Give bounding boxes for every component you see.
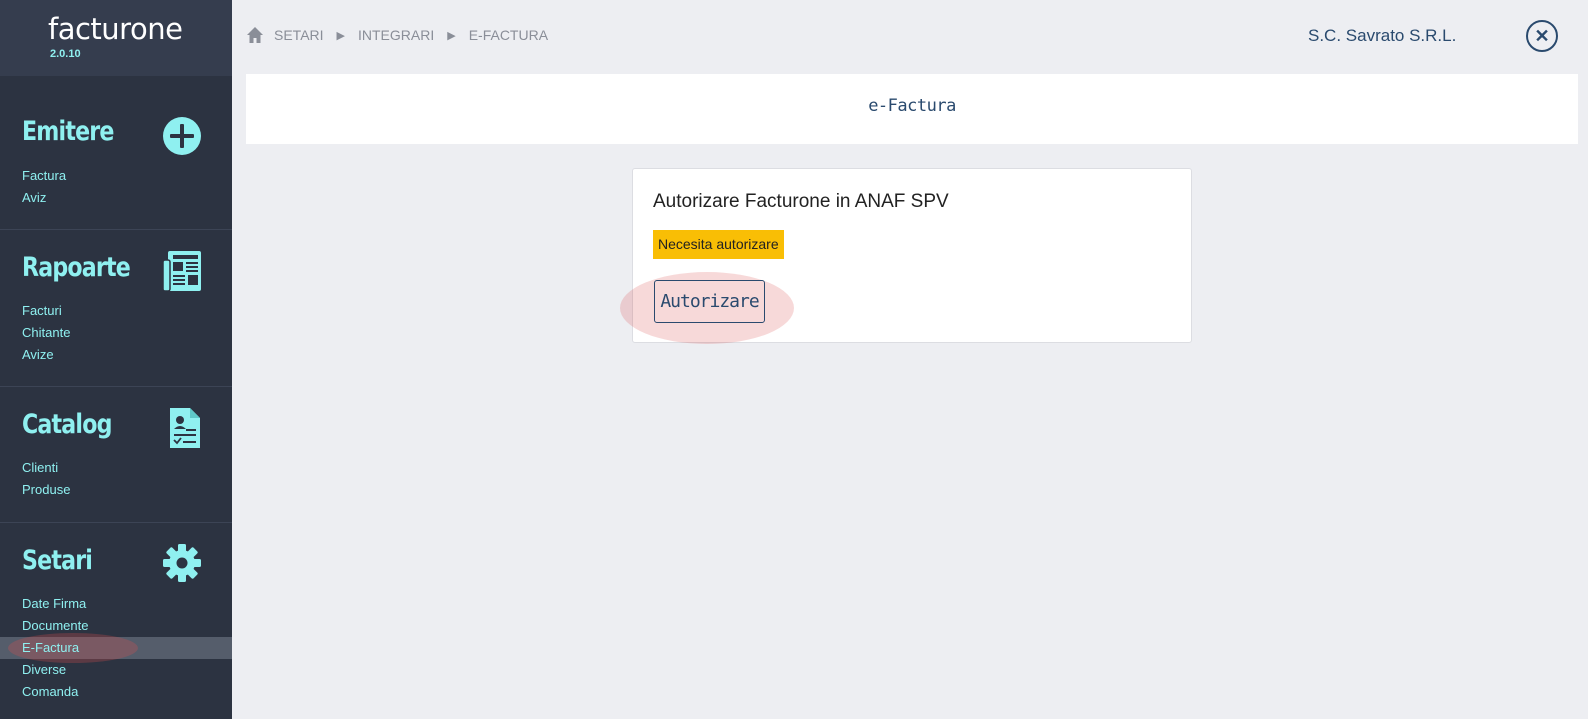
section-title-rapoarte: Rapoarte: [22, 252, 131, 283]
breadcrumb-item-integrari[interactable]: INTEGRARI: [358, 27, 434, 43]
page-title: e-Factura: [868, 96, 956, 116]
top-bar: SETARI ▶ INTEGRARI ▶ E-FACTURA S.C. Savr…: [232, 0, 1588, 72]
sidebar-item-factura[interactable]: Factura: [0, 165, 232, 187]
sidebar-section-emitere: Emitere Factura Aviz: [0, 76, 232, 230]
section-items-rapoarte: Facturi Chitante Avize: [0, 300, 232, 366]
section-title-setari: Setari: [22, 545, 93, 576]
breadcrumb: SETARI ▶ INTEGRARI ▶ E-FACTURA: [274, 27, 548, 43]
sidebar-item-documente[interactable]: Documente: [0, 615, 232, 637]
section-items-emitere: Factura Aviz: [0, 165, 232, 209]
sidebar-item-facturi[interactable]: Facturi: [0, 300, 232, 322]
breadcrumb-item-e-factura: E-FACTURA: [468, 27, 549, 43]
authorization-card: Autorizare Facturone in ANAF SPV Necesit…: [620, 168, 1192, 344]
sidebar-item-aviz[interactable]: Aviz: [0, 187, 232, 209]
status-badge: Necesita autorizare: [653, 230, 784, 259]
app-logo: facturone: [48, 12, 183, 46]
page-header: e-Factura: [246, 74, 1578, 144]
authorize-button[interactable]: Autorizare: [654, 280, 765, 323]
section-items-catalog: Clienti Produse: [0, 457, 232, 501]
app-version: 2.0.10: [50, 48, 81, 60]
sidebar-item-avize[interactable]: Avize: [0, 344, 232, 366]
home-icon[interactable]: [246, 26, 264, 44]
card-title: Autorizare Facturone in ANAF SPV: [653, 191, 949, 212]
contract-document-icon: [162, 407, 202, 448]
sidebar-section-setari: Setari Date Firma Documente E-Factura Di…: [0, 523, 232, 719]
sidebar-item-chitante[interactable]: Chitante: [0, 322, 232, 344]
logo-area[interactable]: facturone 2.0.10: [0, 0, 232, 76]
section-title-catalog: Catalog: [22, 409, 112, 440]
newspaper-icon: [162, 250, 202, 292]
breadcrumb-item-setari[interactable]: SETARI: [274, 27, 324, 43]
close-icon[interactable]: ✕: [1526, 20, 1558, 52]
gear-icon: [162, 543, 202, 583]
breadcrumb-separator-icon: ▶: [336, 29, 345, 42]
sidebar-item-comanda[interactable]: Comanda: [0, 681, 232, 703]
plus-circle-icon[interactable]: [162, 116, 202, 156]
company-name: S.C. Savrato S.R.L.: [1308, 26, 1457, 45]
sidebar-item-label: E-Factura: [22, 640, 80, 655]
section-title-emitere: Emitere: [22, 116, 114, 147]
breadcrumb-separator-icon: ▶: [447, 29, 456, 42]
sidebar-section-rapoarte: Rapoarte Facturi Chitante Avize: [0, 230, 232, 387]
sidebar-item-produse[interactable]: Produse: [0, 479, 232, 501]
section-items-setari: Date Firma Documente E-Factura Diverse C…: [0, 593, 232, 703]
sidebar-item-diverse[interactable]: Diverse: [0, 659, 232, 681]
sidebar-item-date-firma[interactable]: Date Firma: [0, 593, 232, 615]
sidebar-section-catalog: Catalog Clienti Produse: [0, 387, 232, 523]
sidebar-item-e-factura[interactable]: E-Factura: [0, 633, 232, 663]
sidebar: facturone 2.0.10 Emitere Factura Aviz Ra…: [0, 0, 232, 719]
sidebar-item-clienti[interactable]: Clienti: [0, 457, 232, 479]
